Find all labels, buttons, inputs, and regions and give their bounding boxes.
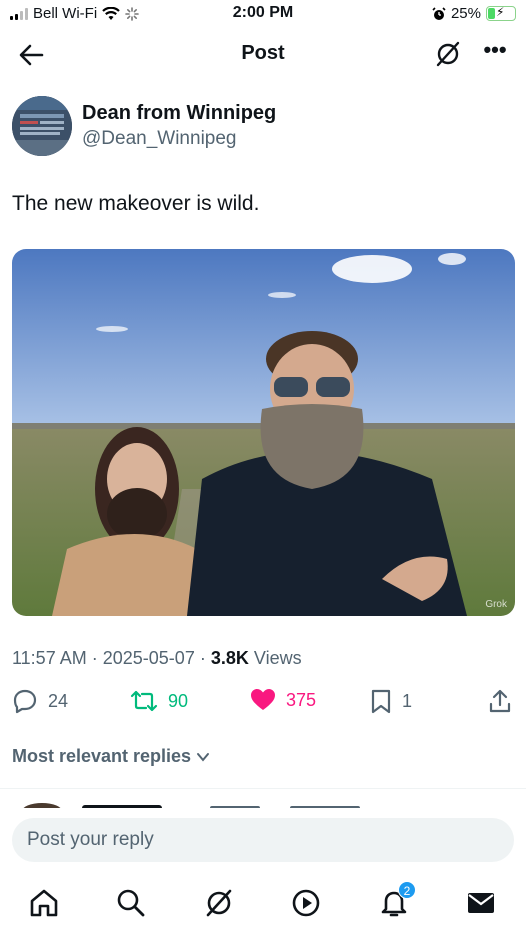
avatar[interactable]	[12, 96, 72, 156]
post-time: 11:57 AM	[12, 648, 87, 668]
post-actions: 24 90 375 1	[0, 688, 526, 720]
post-date: 2025-05-07	[102, 648, 195, 668]
notifications-tab[interactable]: 2	[378, 881, 416, 919]
divider	[0, 788, 526, 789]
reply-button[interactable]: 24	[12, 688, 68, 714]
header: Post •••	[0, 28, 526, 80]
post-meta: 11:57 AM · 2025-05-07 · 3.8K Views	[12, 648, 302, 668]
bookmark-icon	[371, 689, 391, 714]
search-icon[interactable]	[115, 887, 147, 919]
battery-icon: ⚡	[486, 5, 516, 21]
reply-input[interactable]	[12, 818, 514, 862]
grok-watermark: Grok	[485, 599, 507, 610]
reply-icon	[13, 689, 37, 714]
reply-composer[interactable]	[12, 818, 514, 862]
bookmark-button[interactable]: 1	[370, 688, 412, 714]
author-name[interactable]: Dean from Winnipeg	[82, 102, 276, 125]
share-button[interactable]	[488, 688, 512, 714]
like-count: 375	[286, 689, 317, 710]
post-media[interactable]: Grok	[12, 249, 515, 616]
home-icon[interactable]	[28, 887, 60, 919]
heart-icon	[251, 689, 275, 710]
author-handle[interactable]: @Dean_Winnipeg	[82, 128, 237, 150]
post-image	[12, 249, 515, 616]
battery-percent: 25%	[450, 5, 481, 22]
bookmark-count: 1	[402, 690, 413, 711]
grok-tab-icon[interactable]	[203, 887, 235, 919]
post-text: The new makeover is wild.	[12, 192, 260, 215]
repost-button[interactable]: 90	[130, 688, 188, 714]
views-label: Views	[253, 648, 302, 668]
alarm-icon	[432, 6, 446, 20]
like-button[interactable]: 375	[250, 688, 316, 712]
more-icon[interactable]: •••	[480, 39, 510, 68]
next-reply-peek	[0, 796, 526, 808]
chevron-down-icon	[197, 752, 210, 762]
bottom-tab-bar: 2	[0, 875, 526, 935]
views-count: 3.8K	[210, 648, 249, 668]
notification-badge: 2	[398, 881, 416, 899]
replies-sort-label: Most relevant replies	[12, 746, 192, 766]
post-author[interactable]: Dean from Winnipeg @Dean_Winnipeg	[12, 96, 512, 160]
grok-icon[interactable]	[434, 40, 462, 68]
mail-icon[interactable]	[465, 887, 497, 919]
repost-icon	[130, 690, 158, 712]
share-icon	[489, 689, 511, 713]
replies-sort-dropdown[interactable]: Most relevant replies	[12, 746, 211, 767]
reply-count: 24	[48, 690, 69, 711]
play-icon[interactable]	[290, 887, 322, 919]
repost-count: 90	[168, 690, 189, 711]
status-bar: Bell Wi-Fi 2:00 PM 25% ⚡	[0, 0, 526, 28]
